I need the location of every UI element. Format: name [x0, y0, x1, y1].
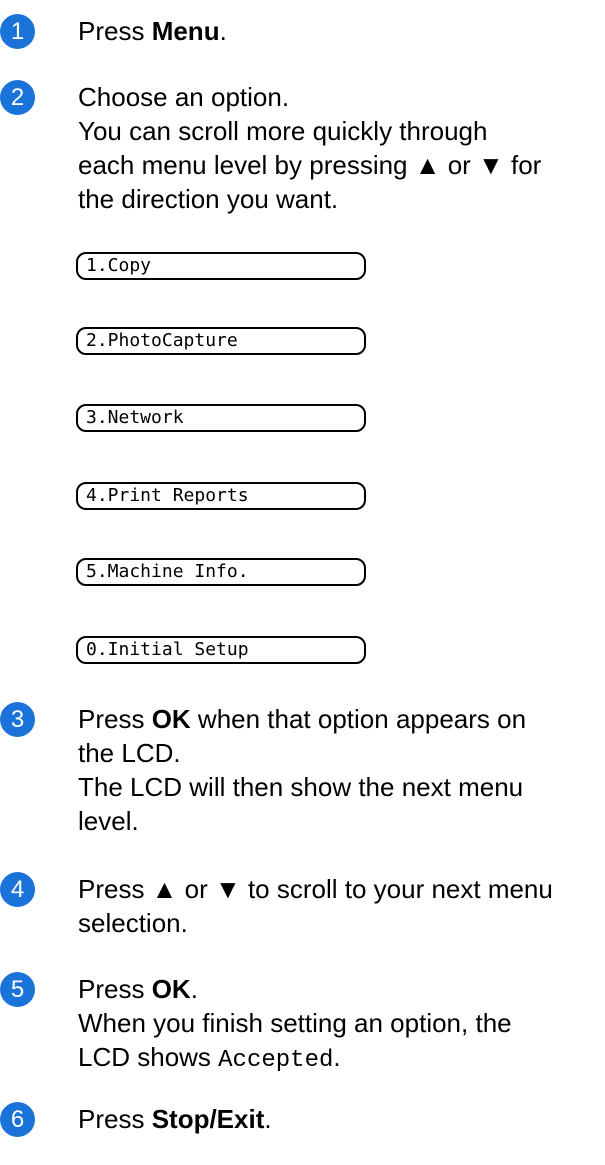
step-number-badge: 4 [0, 872, 35, 907]
key-name-ok: OK [151, 974, 191, 1004]
step-number-badge: 2 [0, 80, 35, 115]
step-number-badge: 1 [0, 14, 35, 49]
lcd-menu-option: 0.Initial Setup [76, 636, 366, 664]
step-text: Press ▲ or ▼ to scroll to your next menu… [78, 872, 605, 940]
step-text-plain: Press [78, 704, 152, 734]
key-name-menu: Menu [151, 16, 220, 46]
step-number-badge: 6 [0, 1102, 35, 1137]
step-line: the direction you want. [78, 184, 339, 214]
step-line: You can scroll more quickly through [78, 116, 488, 146]
step-text-plain: when that option appears on [190, 704, 527, 734]
step-text: Press Stop/Exit. [78, 1102, 605, 1136]
step-text-plain: LCD shows [78, 1042, 219, 1072]
step-number-badge: 3 [0, 702, 35, 737]
lcd-menu-option: 1.Copy [76, 252, 366, 280]
step-line: Press ▲ or ▼ to scroll to your next menu [78, 874, 553, 904]
step-text: Press OK when that option appears on the… [78, 702, 605, 838]
lcd-menu-option: 3.Network [76, 404, 366, 432]
lcd-menu-option: 2.PhotoCapture [76, 327, 366, 355]
lcd-message-accepted: Accepted [218, 1047, 334, 1074]
step-line: Choose an option. [78, 82, 290, 112]
step-line: The LCD will then show the next menu [78, 772, 524, 802]
lcd-menu-option: 4.Print Reports [76, 482, 366, 510]
step-text-plain: Press [78, 1104, 152, 1134]
step-line: Press OK. [78, 972, 605, 1006]
manual-page: { "steps": [ { "number": "1", "pre": "Pr… [0, 0, 605, 1165]
step-text-plain: . [190, 974, 198, 1004]
step-line: each menu level by pressing ▲ or ▼ for [78, 150, 542, 180]
key-name-stop-exit: Stop/Exit [151, 1104, 265, 1134]
lcd-menu-option: 5.Machine Info. [76, 558, 366, 586]
step-text: Press Menu. [78, 14, 605, 48]
step-text-plain: Press [78, 974, 152, 1004]
key-name-ok: OK [151, 704, 191, 734]
step-text-plain: Press [78, 16, 152, 46]
step-text-plain: . [264, 1104, 272, 1134]
step-line: level. [78, 806, 139, 836]
step-line: selection. [78, 908, 188, 938]
step-line: Press OK when that option appears on [78, 702, 605, 736]
step-text-plain: . [219, 16, 227, 46]
step-text-plain: . [333, 1042, 341, 1072]
step-line: When you finish setting an option, the [78, 1008, 512, 1038]
step-line: LCD shows Accepted. [78, 1040, 605, 1078]
step-line: the LCD. [78, 738, 181, 768]
step-text: Choose an option. You can scroll more qu… [78, 80, 605, 216]
step-text: Press OK. When you finish setting an opt… [78, 972, 605, 1078]
step-number-badge: 5 [0, 972, 35, 1007]
